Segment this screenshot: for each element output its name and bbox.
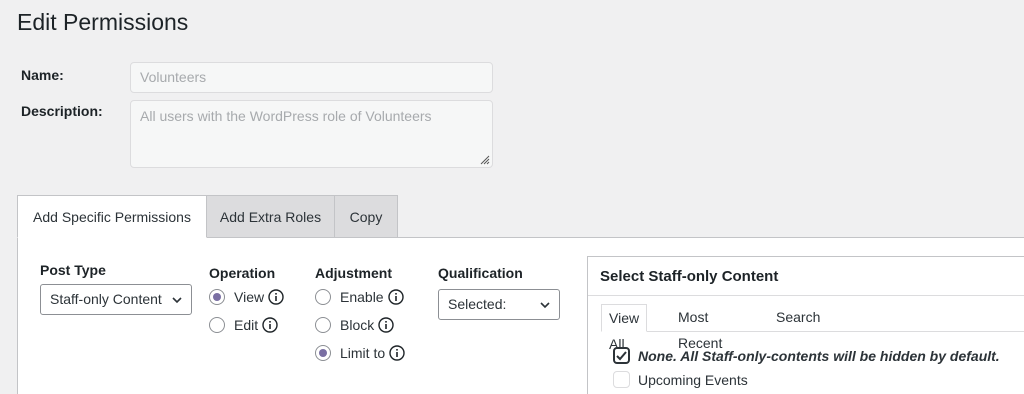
info-icon[interactable] xyxy=(389,345,405,361)
content-selector-box: Select Staff-only Content View All Most … xyxy=(587,256,1024,394)
content-item-checkbox[interactable] xyxy=(613,347,630,364)
checkmark-icon xyxy=(616,351,627,361)
operation-view-label: View xyxy=(234,289,265,305)
operation-edit-radio[interactable] xyxy=(209,317,225,333)
adjustment-label: Adjustment xyxy=(315,265,392,281)
adjustment-option-enable: Enable xyxy=(315,289,404,305)
name-label: Name: xyxy=(21,67,64,83)
qualification-label: Qualification xyxy=(438,265,523,281)
adjustment-enable-label: Enable xyxy=(340,289,384,305)
tab-most-recent[interactable]: Most Recent xyxy=(678,304,722,351)
post-type-value: Staff-only Content xyxy=(50,291,162,307)
post-type-label: Post Type xyxy=(40,262,106,278)
name-input[interactable]: Volunteers xyxy=(130,62,493,93)
qualification-value: Selected: xyxy=(448,296,507,312)
operation-edit-label: Edit xyxy=(234,317,259,333)
description-label: Description: xyxy=(21,103,103,119)
tab-add-specific-permissions[interactable]: Add Specific Permissions xyxy=(17,195,207,238)
operation-option-edit: Edit xyxy=(209,317,278,333)
description-text: All users with the WordPress role of Vol… xyxy=(140,108,432,124)
content-item-label: None. All Staff-only-contents will be hi… xyxy=(638,347,1000,364)
adjustment-limit-to-radio[interactable] xyxy=(315,345,331,361)
info-icon[interactable] xyxy=(268,289,284,305)
content-item-checkbox[interactable] xyxy=(613,371,630,388)
content-item-label: Upcoming Events xyxy=(638,371,748,388)
operation-view-radio[interactable] xyxy=(209,289,225,305)
adjustment-block-label: Block xyxy=(340,317,375,333)
post-type-select[interactable]: Staff-only Content xyxy=(40,284,192,315)
content-item: None. All Staff-only-contents will be hi… xyxy=(613,347,1000,364)
adjustment-enable-radio[interactable] xyxy=(315,289,331,305)
info-icon[interactable] xyxy=(378,317,394,333)
adjustment-option-limit-to: Limit to xyxy=(315,345,405,361)
description-textarea[interactable]: All users with the WordPress role of Vol… xyxy=(130,100,493,168)
chevron-down-icon xyxy=(540,302,550,309)
chevron-down-icon xyxy=(172,297,182,304)
adjustment-limit-to-label: Limit to xyxy=(340,345,386,361)
info-icon[interactable] xyxy=(262,317,278,333)
adjustment-option-block: Block xyxy=(315,317,394,333)
tab-copy[interactable]: Copy xyxy=(334,195,398,238)
tab-add-extra-roles[interactable]: Add Extra Roles xyxy=(206,195,335,238)
tab-view-all[interactable]: View All xyxy=(601,304,648,352)
resize-grip-icon[interactable] xyxy=(480,155,490,165)
content-selector-title: Select Staff-only Content xyxy=(588,257,1024,296)
operation-option-view: View xyxy=(209,289,284,305)
qualification-select[interactable]: Selected: xyxy=(438,289,560,320)
operation-label: Operation xyxy=(209,265,276,281)
info-icon[interactable] xyxy=(387,289,404,305)
adjustment-block-radio[interactable] xyxy=(315,317,331,333)
page-title: Edit Permissions xyxy=(17,9,189,35)
tab-search[interactable]: Search xyxy=(776,304,820,332)
content-item: Upcoming Events xyxy=(613,371,748,388)
